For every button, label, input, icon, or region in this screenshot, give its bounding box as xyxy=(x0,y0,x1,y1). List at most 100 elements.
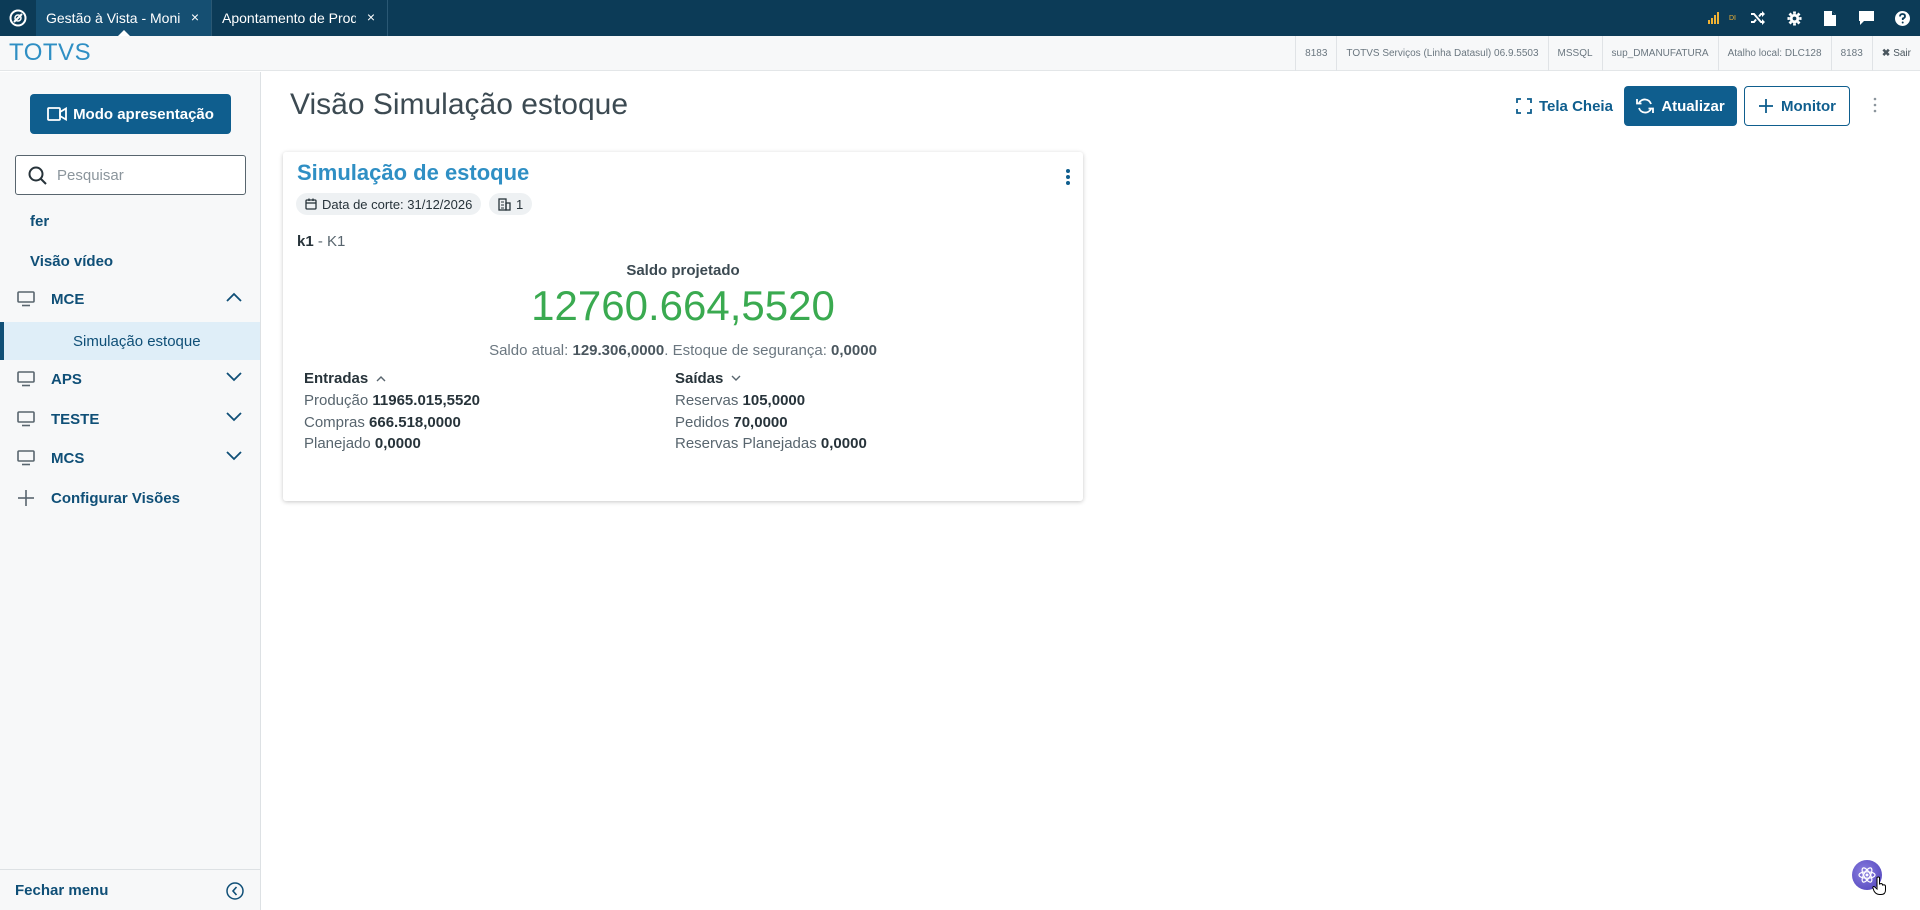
configure-views-button[interactable]: Configurar Visões xyxy=(0,482,260,514)
input-row-planejado: Planejado 0,0000 xyxy=(304,435,480,457)
outputs-title: Saídas xyxy=(675,370,724,387)
more-options-icon[interactable] xyxy=(1872,96,1878,114)
projected-balance-value: 12760.664,5520 xyxy=(531,282,835,329)
search-icon xyxy=(28,166,47,185)
monitor-icon xyxy=(17,291,35,307)
search-box xyxy=(15,155,246,195)
sidebar-item-teste[interactable]: TESTE xyxy=(0,403,260,435)
info-code: 8183 xyxy=(1830,35,1872,71)
help-icon[interactable] xyxy=(1884,0,1920,36)
row-label: Reservas xyxy=(675,392,743,409)
inputs-header[interactable]: Entradas xyxy=(304,370,480,387)
chevron-up-icon[interactable] xyxy=(226,292,242,302)
monitor-label: Monitor xyxy=(1781,97,1836,115)
document-icon[interactable] xyxy=(1812,0,1848,36)
plus-icon xyxy=(18,490,34,506)
plus-icon xyxy=(1759,99,1773,113)
output-row-pedidos: Pedidos 70,0000 xyxy=(675,414,867,436)
input-row-compras: Compras 666.518,0000 xyxy=(304,414,480,436)
sidebar-item-aps[interactable]: APS xyxy=(0,363,260,395)
current-balance-line: Saldo atual: 129.306,0000. Estoque de se… xyxy=(283,342,1083,359)
chevron-down-icon[interactable] xyxy=(226,412,242,422)
establishment-count: 1 xyxy=(516,196,524,212)
chat-icon[interactable] xyxy=(1848,0,1884,36)
sidebar-subitem-label: Simulação estoque xyxy=(73,332,201,350)
establishment-count-chip: 1 xyxy=(489,193,533,215)
card-title[interactable]: Simulação de estoque xyxy=(297,160,529,186)
search-input[interactable] xyxy=(57,166,227,184)
chevron-up-icon[interactable] xyxy=(376,375,386,382)
close-icon: ✖ xyxy=(1881,47,1891,59)
row-label: Reservas Planejadas xyxy=(675,435,821,452)
inputs-section: Entradas Produção 11965.015,5520 Compras… xyxy=(304,370,480,457)
sidebar: Modo apresentação fer Visão vídeo MCE Si… xyxy=(0,72,261,910)
monitor-icon xyxy=(17,450,35,466)
fullscreen-icon xyxy=(1516,98,1532,114)
row-value: 11965.015,5520 xyxy=(372,392,481,409)
item-line: k1 - K1 xyxy=(297,233,345,250)
tab-apontamento[interactable]: Apontamento de Produ × xyxy=(212,0,388,36)
sidebar-item-label: TESTE xyxy=(51,410,100,428)
inputs-title: Entradas xyxy=(304,370,369,387)
row-value: 666.518,0000 xyxy=(369,413,461,431)
sidebar-item-fer[interactable]: fer xyxy=(30,213,49,230)
fullscreen-button[interactable]: Tela Cheia xyxy=(1510,86,1619,126)
outputs-section: Saídas Reservas 105,0000 Pedidos 70,0000… xyxy=(675,370,867,457)
presentation-mode-button[interactable]: Modo apresentação xyxy=(30,94,231,134)
info-product: TOTVS Serviços (Linha Datasul) 06.9.5503 xyxy=(1336,35,1547,71)
chevron-down-icon[interactable] xyxy=(226,451,242,461)
current-balance-value: 129.306,0000 xyxy=(572,342,665,359)
info-user: sup_DMANUFATURA xyxy=(1601,35,1718,71)
row-label: Produção xyxy=(304,392,373,409)
tab-label: Gestão à Vista - Monit xyxy=(46,10,180,26)
row-value: 0,0000 xyxy=(374,435,421,452)
collapse-left-icon[interactable] xyxy=(226,882,244,900)
item-code: k1 xyxy=(297,233,314,250)
close-menu-label: Fechar menu xyxy=(15,881,109,899)
sidebar-item-mce[interactable]: MCE xyxy=(0,283,260,315)
page-title: Visão Simulação estoque xyxy=(290,88,628,121)
card-more-options-icon[interactable] xyxy=(1065,168,1071,186)
presentation-mode-label: Modo apresentação xyxy=(73,105,214,123)
stock-simulation-card: Simulação de estoque Data de corte: 31/1… xyxy=(283,152,1083,501)
info-shortcut: Atalho local: DLC128 xyxy=(1717,35,1831,71)
sidebar-item-visao-video[interactable]: Visão vídeo xyxy=(30,253,113,270)
chevron-down-icon[interactable] xyxy=(226,372,242,382)
row-value: 105,0000 xyxy=(742,392,806,409)
input-row-producao: Produção 11965.015,5520 xyxy=(304,392,480,414)
item-separator: - xyxy=(313,233,328,250)
logout-label: Sair xyxy=(1893,47,1911,59)
safety-stock-label: . Estoque de segurança: xyxy=(664,342,832,359)
sidebar-item-label: MCE xyxy=(51,290,85,308)
info-company: 8183 xyxy=(1295,35,1336,71)
refresh-button[interactable]: Atualizar xyxy=(1624,86,1737,126)
tab-close-icon[interactable]: × xyxy=(191,9,199,25)
sidebar-item-label: MCS xyxy=(51,449,85,467)
sidebar-item-mcs[interactable]: MCS xyxy=(0,442,260,474)
close-menu-button[interactable]: Fechar menu xyxy=(0,869,260,910)
add-monitor-button[interactable]: Monitor xyxy=(1744,86,1850,126)
logout-button[interactable]: ✖ Sair xyxy=(1871,35,1920,71)
row-label: Planejado xyxy=(304,435,375,452)
tab-gestao-a-vista[interactable]: Gestão à Vista - Monit × xyxy=(36,0,212,36)
monitor-icon xyxy=(17,411,35,427)
building-icon xyxy=(498,197,511,211)
tab-close-icon[interactable]: × xyxy=(367,9,375,25)
tab-label: Apontamento de Produ xyxy=(222,10,356,26)
projected-balance-label: Saldo projetado xyxy=(626,262,740,279)
gear-icon[interactable] xyxy=(1776,0,1812,36)
refresh-label: Atualizar xyxy=(1661,97,1725,115)
sidebar-subitem-simulacao-estoque[interactable]: Simulação estoque xyxy=(0,322,260,360)
row-label: Compras xyxy=(304,413,370,431)
signal-icon[interactable]: DI xyxy=(1704,0,1740,36)
row-value: 70,0000 xyxy=(733,413,788,431)
chevron-down-icon[interactable] xyxy=(731,375,741,382)
configure-views-label: Configurar Visões xyxy=(51,489,180,507)
signal-label: DI xyxy=(1729,14,1736,22)
calendar-icon xyxy=(305,198,317,210)
monitor-icon xyxy=(17,371,35,387)
outputs-header[interactable]: Saídas xyxy=(675,370,867,387)
app-logo-icon[interactable] xyxy=(0,0,36,36)
shuffle-icon[interactable] xyxy=(1740,0,1776,36)
cutoff-date-label: Data de corte: 31/12/2026 xyxy=(322,196,473,212)
